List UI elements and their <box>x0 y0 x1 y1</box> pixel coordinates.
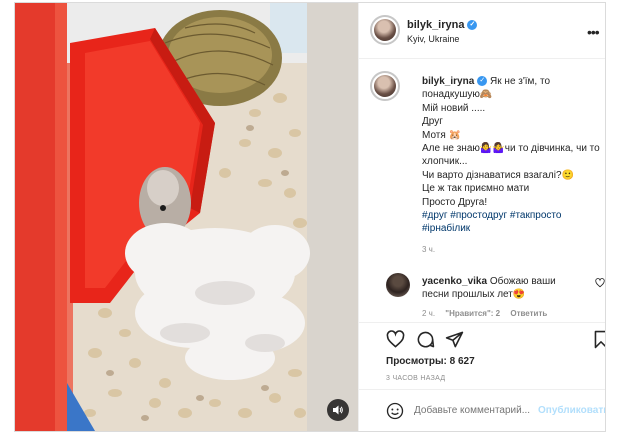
caption-line: Мотя 🐹 <box>422 129 462 141</box>
comment-input[interactable] <box>414 405 534 416</box>
reply-button[interactable]: Ответить <box>510 309 547 318</box>
caption-author-avatar[interactable] <box>370 71 400 101</box>
caption-line: Просто Друга! <box>422 196 488 208</box>
caption-author-username[interactable]: bilyk_iryna <box>422 76 474 87</box>
caption-timestamp[interactable]: 3 ч. <box>422 245 435 254</box>
view-count[interactable]: Просмотры: 8 627 <box>386 356 475 367</box>
caption-line: понадкушую🙈 <box>422 89 493 101</box>
comment-likes-count[interactable]: "Нравится": 2 <box>445 309 500 318</box>
hashtags[interactable]: #ірнабілик <box>422 222 600 235</box>
post-location[interactable]: Kyiv, Ukraine <box>407 34 459 44</box>
caption-line: Чи варто дізнаватися взагалі?🙂 <box>422 169 574 181</box>
divider <box>359 389 605 390</box>
commenter-username[interactable]: yacenko_vika <box>422 276 487 287</box>
verified-badge-icon: ✓ <box>477 76 488 87</box>
post-header: bilyk_iryna ✓ Kyiv, Ukraine ••• <box>359 3 605 59</box>
comment-timestamp[interactable]: 2 ч. <box>422 309 435 318</box>
mute-toggle-button[interactable] <box>327 399 349 421</box>
paper-plane-icon[interactable] <box>445 330 464 349</box>
comment-like-heart-icon[interactable] <box>595 278 605 288</box>
caption-line: Це ж так приємно мати <box>422 183 530 195</box>
comment-text: Обожаю ваши <box>489 276 556 287</box>
publish-button[interactable]: Опубликовать <box>538 405 605 416</box>
commenter-avatar[interactable] <box>386 273 410 297</box>
post-details-panel: bilyk_iryna ✓ Kyiv, Ukraine ••• bilyk_iry… <box>358 3 606 431</box>
instagram-post: bilyk_iryna ✓ Kyiv, Ukraine ••• bilyk_iry… <box>14 2 606 432</box>
smiley-icon[interactable] <box>386 402 404 420</box>
comment-meta: 2 ч. "Нравится": 2 Ответить <box>422 309 547 318</box>
post-timestamp[interactable]: 3 ЧАСОВ НАЗАД <box>386 375 445 382</box>
speaker-icon <box>333 405 343 415</box>
caption-line: Мій новий ..... <box>422 102 486 114</box>
author-username-row[interactable]: bilyk_iryna ✓ <box>407 19 478 31</box>
more-options-button[interactable]: ••• <box>587 24 600 40</box>
heart-icon[interactable] <box>386 330 405 349</box>
hashtags[interactable]: #друг #простодруг #такпросто <box>422 209 600 222</box>
caption-line: Але не знаю🤷‍♀️🤷‍♀️чи то дівчинка, чи то <box>422 143 600 155</box>
comment-bubble-icon[interactable] <box>416 330 435 349</box>
author-avatar[interactable] <box>370 15 400 45</box>
comment-text: песни прошлых лет😍 <box>422 289 526 301</box>
verified-badge-icon: ✓ <box>467 20 478 31</box>
action-bar <box>359 328 606 350</box>
divider <box>359 322 605 323</box>
bookmark-icon[interactable] <box>592 330 606 349</box>
post-caption: bilyk_iryna ✓ Як не з'їм, то понадкушую🙈 … <box>422 75 600 236</box>
comment: yacenko_vika Обожаю ваши песни прошлых л… <box>422 275 587 302</box>
author-username[interactable]: bilyk_iryna <box>407 19 464 31</box>
post-video[interactable] <box>15 3 358 431</box>
hamster-video-frame <box>15 3 358 431</box>
caption-line: Як не з'їм, то <box>490 76 551 87</box>
caption-line: Друг <box>422 116 443 128</box>
caption-line: хлопчик... <box>422 156 468 168</box>
